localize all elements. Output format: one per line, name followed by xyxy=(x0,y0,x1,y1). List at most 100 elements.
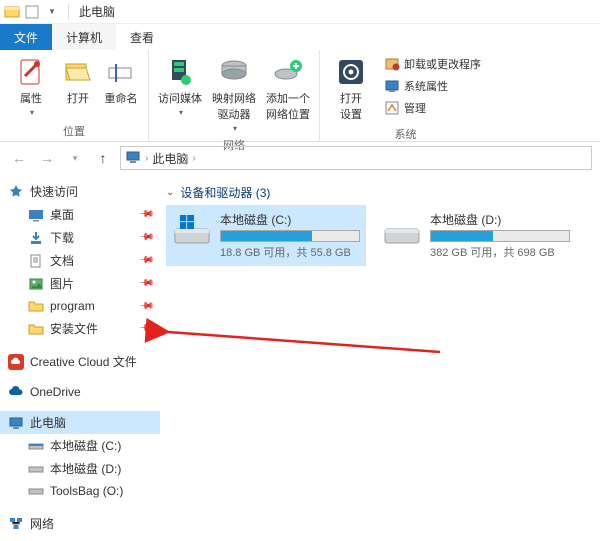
network-icon xyxy=(8,516,24,532)
chevron-right-icon: › xyxy=(192,153,195,164)
navigation-pane: 快速访问 桌面 📌 下载 📌 文档 📌 图片 📌 program 📌 xyxy=(0,174,160,541)
open-settings-button[interactable]: 打开 设置 xyxy=(326,54,376,124)
map-drive-button[interactable]: 映射网络 驱动器 ▾ xyxy=(209,54,259,135)
add-location-button[interactable]: 添加一个 网络位置 xyxy=(263,54,313,124)
folder-icon xyxy=(28,321,44,337)
sidebar-item-disk-d[interactable]: 本地磁盘 (D:) xyxy=(0,457,160,480)
drive-sub: 382 GB 可用，共 698 GB xyxy=(430,244,570,260)
pin-icon: 📌 xyxy=(137,298,154,315)
sys-props-button[interactable]: 系统属性 xyxy=(380,76,485,96)
window-title: 此电脑 xyxy=(79,3,115,20)
group-location-label: 位置 xyxy=(6,121,142,139)
sidebar-item-disk-c[interactable]: 本地磁盘 (C:) xyxy=(0,434,160,457)
sys-props-label: 系统属性 xyxy=(404,78,448,94)
desktop-icon xyxy=(28,207,44,223)
pin-icon: 📌 xyxy=(137,320,154,337)
pin-icon: 📌 xyxy=(137,252,154,269)
uninstall-icon xyxy=(384,56,400,72)
open-settings-label: 打开 设置 xyxy=(340,90,362,122)
sidebar-item-label: OneDrive xyxy=(30,385,81,399)
sidebar-item-onedrive[interactable]: OneDrive xyxy=(0,381,160,403)
drive-icon xyxy=(382,211,422,251)
documents-icon xyxy=(28,253,44,269)
drive-name: 本地磁盘 (C:) xyxy=(220,211,360,228)
sidebar-item-downloads[interactable]: 下载 📌 xyxy=(0,226,160,249)
media-server-icon xyxy=(164,56,196,88)
tab-view[interactable]: 查看 xyxy=(116,24,168,50)
add-location-icon xyxy=(272,56,304,88)
open-icon xyxy=(62,56,94,88)
sidebar-item-documents[interactable]: 文档 📌 xyxy=(0,249,160,272)
breadcrumb-root[interactable]: 此电脑 xyxy=(152,150,188,167)
sidebar-item-toolsbag[interactable]: ToolsBag (O:) xyxy=(0,480,160,502)
sidebar-item-label: 本地磁盘 (C:) xyxy=(50,437,121,454)
sidebar-item-label: 快速访问 xyxy=(30,183,78,200)
rename-label: 重命名 xyxy=(105,90,138,106)
main-body: 快速访问 桌面 📌 下载 📌 文档 📌 图片 📌 program 📌 xyxy=(0,174,600,541)
tab-computer[interactable]: 计算机 xyxy=(52,24,116,50)
drive-usage-bar xyxy=(220,230,360,242)
content-pane: ⌄ 设备和驱动器 (3) 本地磁盘 (C:) 18.8 GB 可用，共 55.8… xyxy=(160,174,600,541)
ribbon-group-location: 属性 ▾ 打开 重命名 位置 xyxy=(0,50,149,141)
rename-icon xyxy=(105,56,137,88)
pin-icon: 📌 xyxy=(137,229,154,246)
drive-item-c[interactable]: 本地磁盘 (C:) 18.8 GB 可用，共 55.8 GB xyxy=(166,205,366,266)
ribbon-group-network: 访问媒体 ▾ 映射网络 驱动器 ▾ 添加一个 网络位置 网络 xyxy=(149,50,320,141)
title-bar: ▼ 此电脑 xyxy=(0,0,600,24)
sidebar-item-label: 下载 xyxy=(50,229,74,246)
quick-access-toolbar: ▼ xyxy=(4,4,73,20)
group-system-label: 系统 xyxy=(326,124,485,142)
sidebar-item-label: 文档 xyxy=(50,252,74,269)
star-icon xyxy=(8,184,24,200)
sidebar-item-pictures[interactable]: 图片 📌 xyxy=(0,272,160,295)
drive-windows-icon xyxy=(172,211,212,251)
uninstall-button[interactable]: 卸载或更改程序 xyxy=(380,54,485,74)
sidebar-item-desktop[interactable]: 桌面 📌 xyxy=(0,203,160,226)
sidebar-item-creative-cloud[interactable]: Creative Cloud 文件 xyxy=(0,350,160,373)
annotation-arrow xyxy=(150,322,450,362)
sidebar-item-label: ToolsBag (O:) xyxy=(50,484,123,498)
creative-cloud-icon xyxy=(8,354,24,370)
nav-recent-dropdown[interactable]: ▾ xyxy=(64,147,86,169)
rename-button[interactable]: 重命名 xyxy=(100,54,142,108)
sidebar-item-label: 图片 xyxy=(50,275,74,292)
folder-icon xyxy=(28,298,44,314)
chevron-down-icon: ▾ xyxy=(233,124,237,133)
add-location-label: 添加一个 网络位置 xyxy=(266,90,310,122)
manage-button[interactable]: 管理 xyxy=(380,98,485,118)
qat-caret-icon[interactable]: ▼ xyxy=(44,4,60,20)
sidebar-item-quick-access[interactable]: 快速访问 xyxy=(0,180,160,203)
drive-icon xyxy=(28,438,44,454)
pin-icon: 📌 xyxy=(137,275,154,292)
sidebar-item-network[interactable]: 网络 xyxy=(0,512,160,535)
downloads-icon xyxy=(28,230,44,246)
access-media-button[interactable]: 访问媒体 ▾ xyxy=(155,54,205,119)
sidebar-item-label: 桌面 xyxy=(50,206,74,223)
tab-file[interactable]: 文件 xyxy=(0,24,52,50)
drive-usage-bar xyxy=(430,230,570,242)
sidebar-item-label: 此电脑 xyxy=(30,414,66,431)
sidebar-item-program[interactable]: program 📌 xyxy=(0,295,160,317)
properties-icon xyxy=(15,56,47,88)
sidebar-item-this-pc[interactable]: 此电脑 xyxy=(0,411,160,434)
section-header-devices[interactable]: ⌄ 设备和驱动器 (3) xyxy=(166,180,600,205)
open-label: 打开 xyxy=(67,90,89,106)
nav-back-button[interactable]: ← xyxy=(8,147,30,169)
open-button[interactable]: 打开 xyxy=(60,54,96,108)
nav-up-button[interactable]: ↑ xyxy=(92,147,114,169)
pictures-icon xyxy=(28,276,44,292)
properties-button[interactable]: 属性 ▾ xyxy=(6,54,56,119)
ribbon-group-system: 打开 设置 卸载或更改程序 系统属性 管理 系统 xyxy=(320,50,491,141)
breadcrumb[interactable]: › 此电脑 › xyxy=(120,146,592,170)
chevron-down-icon: ▾ xyxy=(30,108,34,117)
sidebar-item-label: Creative Cloud 文件 xyxy=(30,353,137,370)
properties-label: 属性 xyxy=(20,90,42,106)
uninstall-label: 卸载或更改程序 xyxy=(404,56,481,72)
sidebar-item-label: 本地磁盘 (D:) xyxy=(50,460,121,477)
nav-forward-button[interactable]: → xyxy=(36,147,58,169)
manage-icon xyxy=(384,100,400,116)
drive-item-d[interactable]: 本地磁盘 (D:) 382 GB 可用，共 698 GB xyxy=(376,205,576,266)
obscured-item xyxy=(166,276,306,316)
qat-dropdown-icon[interactable] xyxy=(24,4,40,20)
sidebar-item-install-files[interactable]: 安装文件 📌 xyxy=(0,317,160,340)
